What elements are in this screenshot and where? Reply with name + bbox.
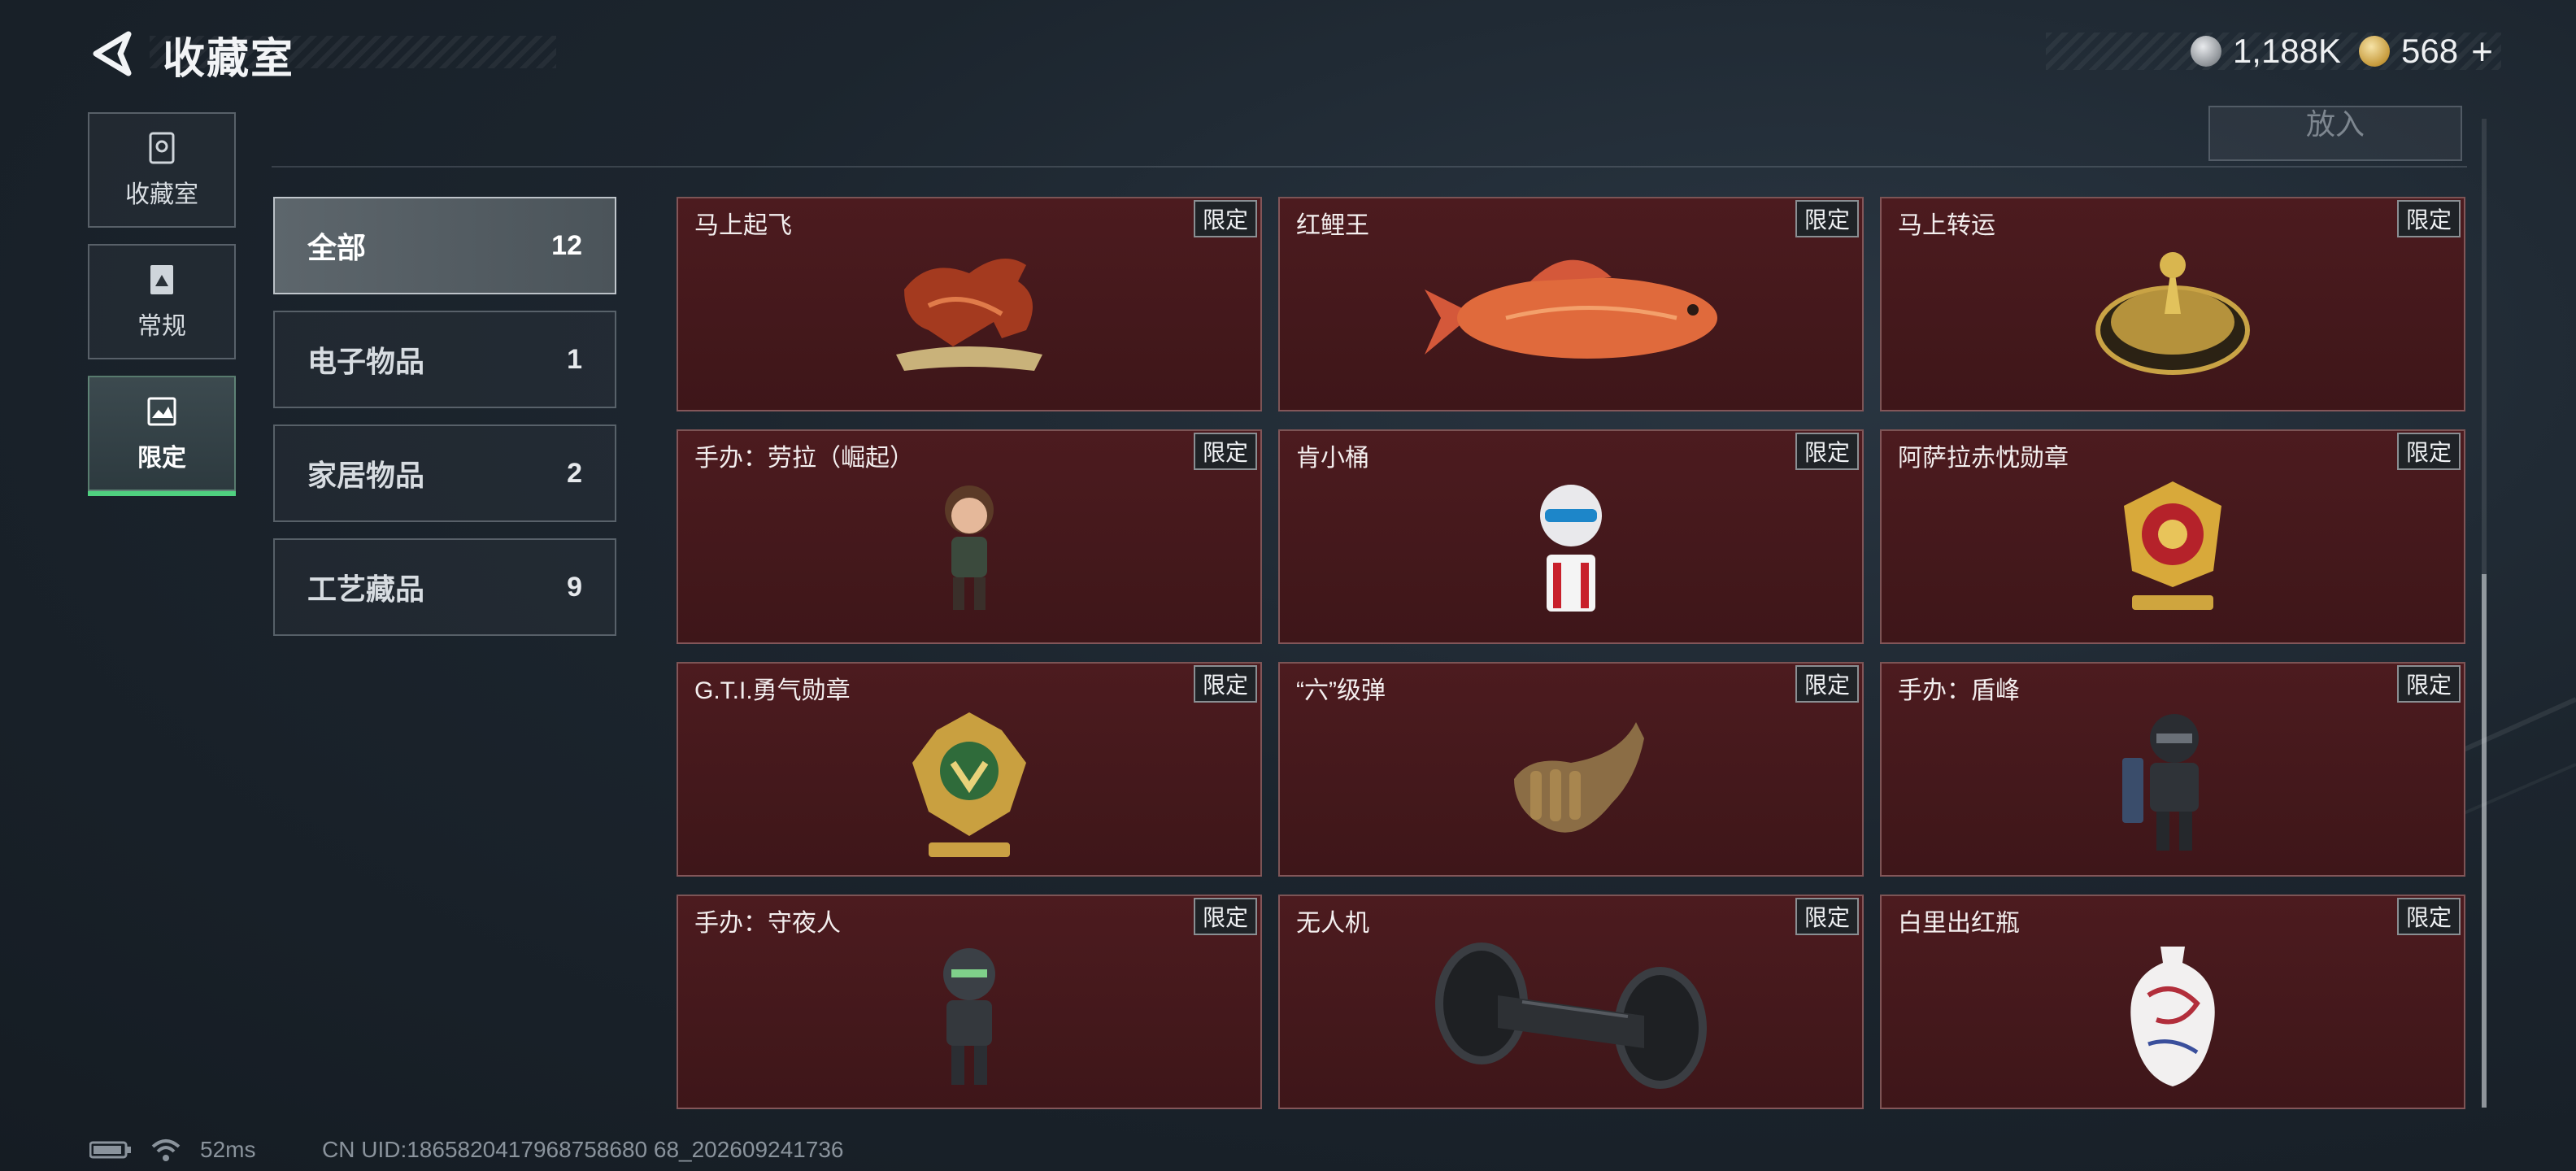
shield-figure-icon <box>2122 714 2199 851</box>
limited-badge: 限定 <box>2397 200 2461 237</box>
category-name: 工艺藏品 <box>307 572 425 606</box>
item-card[interactable]: “六”级弹 限定 <box>1278 662 1864 877</box>
rail-item-limited[interactable]: 限定 <box>88 376 236 496</box>
rail-item-label: 收藏室 <box>125 181 198 208</box>
item-card[interactable]: 无人机 限定 <box>1278 895 1864 1109</box>
item-name: 红鲤王 <box>1296 212 1369 239</box>
rail-item-label: 常规 <box>137 313 186 340</box>
uid-text: CN UID:1865820417968758680 68_2026092417… <box>322 1137 844 1162</box>
item-card[interactable]: 马上起飞 限定 <box>677 197 1262 411</box>
limited-badge: 限定 <box>1194 200 1257 237</box>
section-divider <box>272 166 2467 168</box>
bullet-hand-icon <box>1514 722 1644 833</box>
category-name: 家居物品 <box>307 459 425 492</box>
limited-badge: 限定 <box>1194 665 1257 703</box>
limited-badge: 限定 <box>1795 665 1859 703</box>
item-card[interactable]: 手办：守夜人 限定 <box>677 895 1262 1109</box>
item-name: 手办：守夜人 <box>694 910 841 937</box>
item-card[interactable]: 红鲤王 限定 <box>1278 197 1864 411</box>
gold-currency[interactable]: 568 + <box>2359 29 2493 73</box>
limited-badge: 限定 <box>1795 200 1859 237</box>
limited-badge: 限定 <box>1795 898 1859 935</box>
category-name: 电子物品 <box>307 345 425 378</box>
silver-amount: 1,188K <box>2232 32 2342 70</box>
wifi-icon <box>151 1139 181 1161</box>
item-card[interactable]: 手办：劳拉（崛起） 限定 <box>677 429 1262 644</box>
limited-badge: 限定 <box>1194 898 1257 935</box>
item-name: 白里出红瓶 <box>1898 910 2020 937</box>
category-count: 9 <box>567 571 582 603</box>
ping-value: 52ms <box>200 1137 256 1162</box>
gti-medal-icon <box>912 712 1026 857</box>
category-electronics[interactable]: 电子物品 1 <box>273 311 616 408</box>
limited-badge: 限定 <box>1194 433 1257 470</box>
limited-badge: 限定 <box>2397 433 2461 470</box>
silver-currency[interactable]: 1,188K <box>2190 32 2342 71</box>
back-button[interactable] <box>88 29 137 78</box>
battery-icon <box>89 1141 131 1159</box>
horse-statue-icon <box>896 259 1042 371</box>
gold-coin-icon <box>2359 36 2391 67</box>
category-all[interactable]: 全部 12 <box>273 197 616 294</box>
category-name: 全部 <box>307 231 367 264</box>
add-currency-button[interactable]: + <box>2471 29 2493 73</box>
red-carp-icon <box>1425 259 1717 359</box>
silver-coin-icon <box>2190 36 2221 67</box>
rail-item-regular[interactable]: 常规 <box>88 244 236 359</box>
category-count: 12 <box>551 229 582 261</box>
item-card[interactable]: G.T.I.勇气勋章 限定 <box>677 662 1262 877</box>
item-name: 手办：劳拉（崛起） <box>694 445 914 472</box>
status-bar: 52ms <box>89 1137 255 1163</box>
regular-icon <box>150 265 173 294</box>
item-name: 马上转运 <box>1898 212 1995 239</box>
item-card[interactable]: 手办：盾峰 限定 <box>1880 662 2465 877</box>
limited-icon <box>147 397 176 426</box>
item-name: 阿萨拉赤忱勋章 <box>1898 445 2069 472</box>
back-arrow-icon <box>93 31 132 76</box>
category-home[interactable]: 家居物品 2 <box>273 424 616 522</box>
rail-item-label: 限定 <box>137 445 186 472</box>
gold-amount: 568 <box>2401 32 2459 70</box>
nightwatch-figure-icon <box>943 948 995 1085</box>
item-name: 手办：盾峰 <box>1898 677 2020 704</box>
category-count: 1 <box>567 343 582 375</box>
currency-bar: 1,188K 568 + <box>2046 30 2501 72</box>
lara-figure-icon <box>945 485 994 610</box>
asara-medal-icon <box>2124 481 2221 610</box>
item-name: 肯小桶 <box>1296 445 1369 472</box>
limited-badge: 限定 <box>2397 665 2461 703</box>
put-in-label: 放入 <box>2305 107 2365 141</box>
fortune-wheel-icon <box>2095 252 2250 375</box>
item-name: 无人机 <box>1296 910 1369 937</box>
drone-icon <box>1435 942 1707 1089</box>
category-crafts[interactable]: 工艺藏品 9 <box>273 538 616 636</box>
scrollbar-thumb[interactable] <box>2482 574 2487 1108</box>
page-title: 收藏室 <box>163 36 295 83</box>
item-card[interactable]: 肯小桶 限定 <box>1278 429 1864 644</box>
category-count: 2 <box>567 457 582 489</box>
item-name: 马上起飞 <box>694 212 792 239</box>
item-name: “六”级弹 <box>1296 677 1386 704</box>
item-card[interactable]: 白里出红瓶 限定 <box>1880 895 2465 1109</box>
item-card[interactable]: 阿萨拉赤忱勋章 限定 <box>1880 429 2465 644</box>
porcelain-vase-icon <box>2130 947 2215 1086</box>
item-name: G.T.I.勇气勋章 <box>694 677 851 704</box>
kfc-figure-icon <box>1540 485 1602 612</box>
rail-item-collection-room[interactable]: 收藏室 <box>88 112 236 228</box>
limited-badge: 限定 <box>1795 433 1859 470</box>
limited-badge: 限定 <box>2397 898 2461 935</box>
collection-room-icon <box>149 132 175 164</box>
item-card[interactable]: 马上转运 限定 <box>1880 197 2465 411</box>
put-in-button[interactable]: 放入 <box>2208 106 2462 161</box>
